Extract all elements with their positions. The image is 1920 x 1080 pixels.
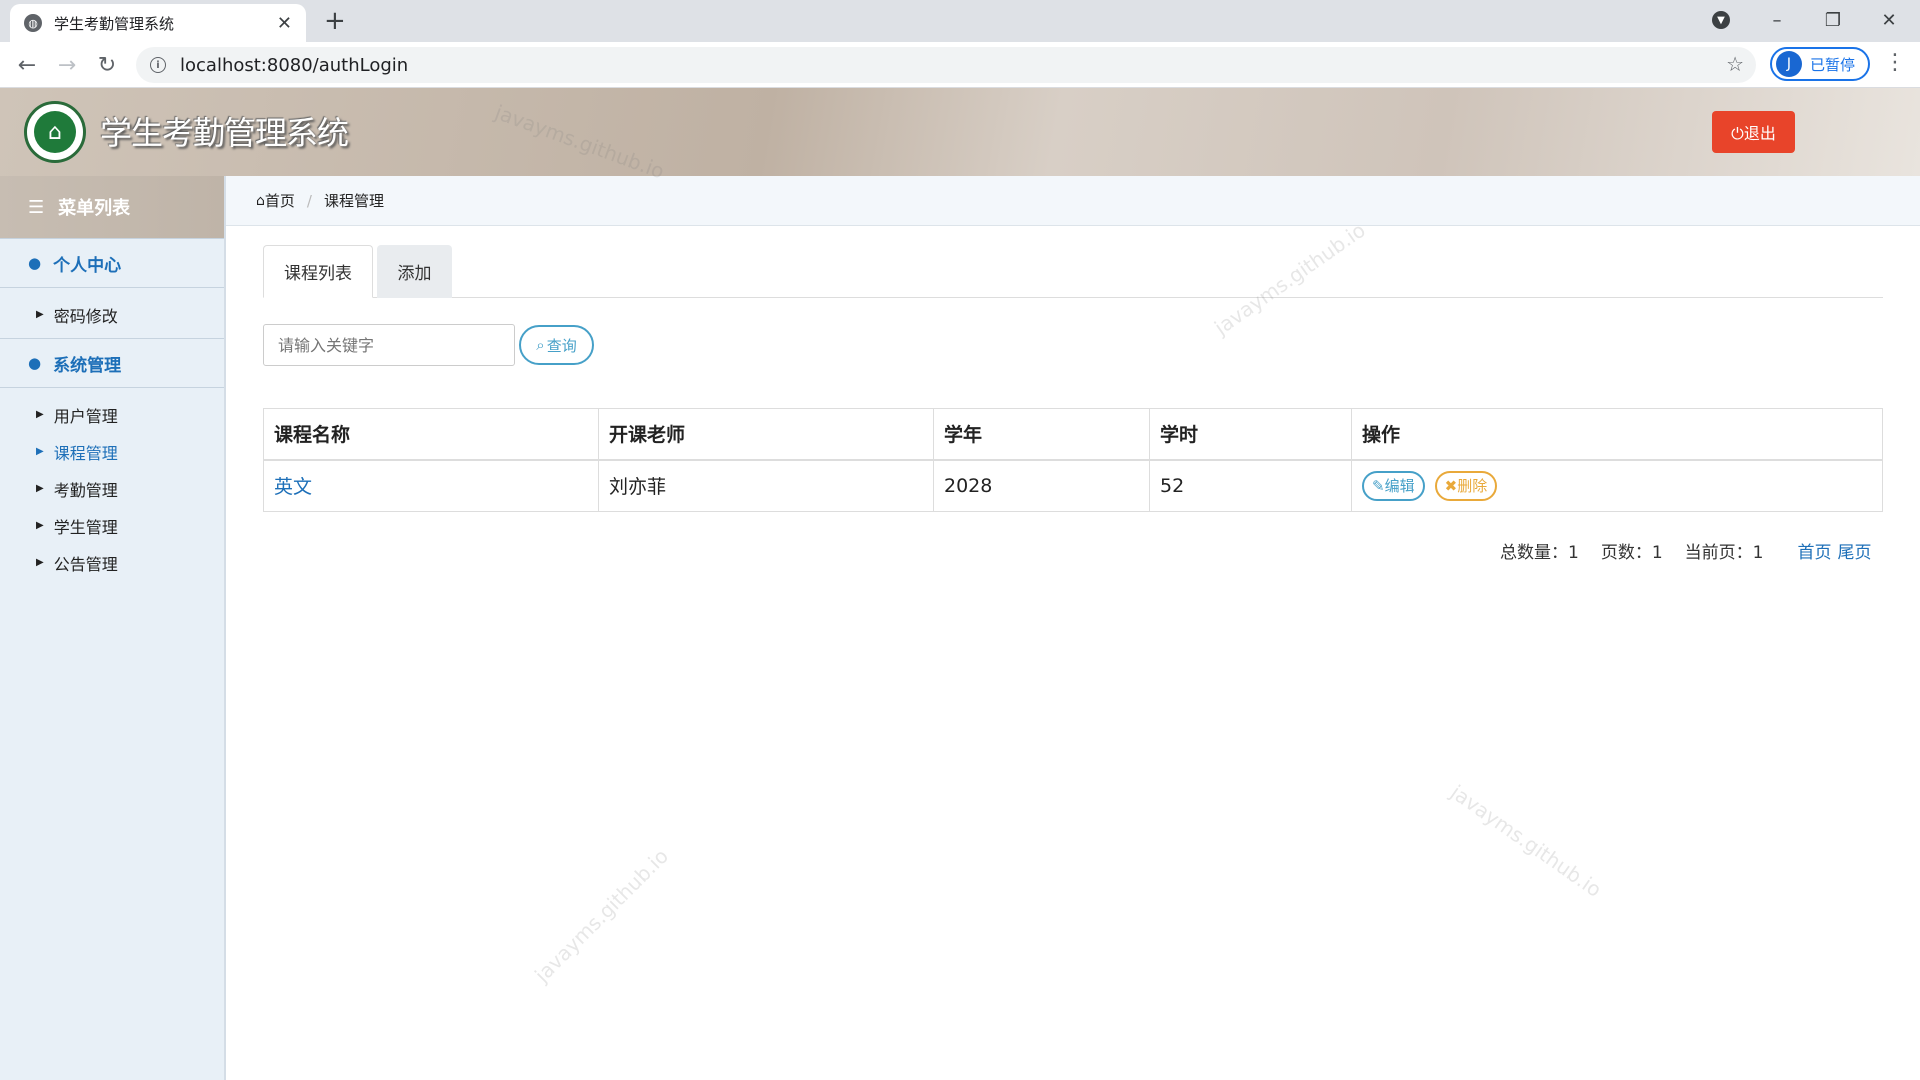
edit-label: 编辑 [1384, 477, 1415, 496]
breadcrumb-separator: / [306, 191, 312, 210]
sidebar-item-label: 密码修改 [53, 306, 118, 326]
sidebar-item-label: 学生管理 [53, 517, 118, 537]
query-button[interactable]: ⌕ 查询 [519, 325, 594, 365]
total-count: 总数量：1 [1500, 543, 1579, 563]
first-page-link[interactable]: 首页 [1797, 538, 1831, 563]
close-icon: ✖ [1444, 476, 1458, 495]
globe-icon: ◍ [24, 14, 42, 32]
sidebar-item-label: 公告管理 [53, 554, 118, 574]
browser-toolbar: ← → ↻ i localhost:8080/authLogin ☆ J 已暂停… [0, 42, 1920, 88]
hours-cell: 52 [1149, 459, 1352, 512]
table-row: 英文 刘亦菲 2028 52 ✎ 编辑 ✖ 删除 [263, 459, 1883, 512]
sidebar-group-personal[interactable]: ● 个人中心 [0, 238, 224, 288]
delete-button[interactable]: ✖ 删除 [1434, 470, 1498, 501]
caret-right-icon: ▶ [36, 483, 44, 494]
breadcrumb-current: 课程管理 [323, 192, 384, 210]
pagination: 总数量：1 页数：1 当前页：1 首页 尾页 [1500, 538, 1877, 563]
tab-search-icon[interactable]: ▼ [1706, 4, 1736, 36]
delete-label: 删除 [1457, 477, 1488, 496]
sidebar-item-label: 考勤管理 [53, 480, 118, 500]
browser-tab[interactable]: ◍ 学生考勤管理系统 ✕ [10, 4, 306, 42]
table-header-row: 课程名称 开课老师 学年 学时 操作 [263, 408, 1883, 461]
page-count: 页数：1 [1600, 543, 1663, 563]
course-table: 课程名称 开课老师 学年 学时 操作 英文 刘亦菲 2028 52 ✎ 编辑 ✖… [263, 408, 1883, 512]
caret-right-icon: ▶ [36, 446, 44, 457]
sidebar-item-students[interactable]: ▶ 学生管理 [0, 507, 224, 544]
query-button-label: 查询 [546, 336, 577, 355]
sidebar-group-system[interactable]: ● 系统管理 [0, 338, 224, 388]
watermark: javayms.github.io [530, 843, 674, 987]
last-page-link[interactable]: 尾页 [1837, 538, 1871, 563]
breadcrumb-home[interactable]: 首页 [265, 190, 295, 211]
teacher-cell: 刘亦菲 [598, 459, 934, 512]
profile-button[interactable]: J 已暂停 [1770, 47, 1870, 81]
col-hours: 学时 [1149, 408, 1352, 461]
menu-title: 菜单列表 [58, 198, 131, 219]
reload-icon[interactable]: ↻ [92, 50, 122, 80]
school-logo: ⌂ [24, 101, 86, 163]
col-teacher: 开课老师 [598, 408, 934, 461]
browser-tab-title: 学生考勤管理系统 [54, 14, 175, 33]
user-icon: ● [28, 354, 42, 372]
page-tabs: 课程列表 添加 [263, 245, 1883, 298]
user-icon: ● [28, 254, 42, 272]
breadcrumb: ⌂ 首页 / 课程管理 [226, 176, 1920, 226]
forward-icon[interactable]: → [52, 50, 82, 80]
home-icon: ⌂ [256, 192, 265, 209]
bookmark-star-icon[interactable]: ☆ [1726, 52, 1744, 76]
pencil-icon: ✎ [1372, 476, 1385, 495]
address-bar[interactable]: i localhost:8080/authLogin ☆ [136, 47, 1756, 83]
course-name-link[interactable]: 英文 [263, 459, 599, 512]
watermark: javayms.github.io [1446, 780, 1607, 902]
col-year: 学年 [933, 408, 1150, 461]
close-tab-icon[interactable]: ✕ [277, 13, 292, 34]
sidebar-item-attendance[interactable]: ▶ 考勤管理 [0, 470, 224, 507]
close-window-icon[interactable]: ✕ [1874, 4, 1904, 36]
sidebar-item-password[interactable]: ▶ 密码修改 [0, 296, 224, 333]
new-tab-button[interactable]: + [324, 6, 346, 36]
col-actions: 操作 [1351, 408, 1883, 461]
minimize-icon[interactable]: – [1762, 4, 1792, 36]
app-header: ⌂ 学生考勤管理系统 ⏻退出 [0, 88, 1920, 176]
menu-header: ☰ 菜单列表 [0, 176, 224, 238]
caret-right-icon: ▶ [36, 409, 44, 420]
edit-button[interactable]: ✎ 编辑 [1362, 470, 1425, 501]
sidebar-item-courses[interactable]: ▶ 课程管理 [0, 433, 224, 470]
browser-tabstrip: ◍ 学生考勤管理系统 ✕ + ▼ – ❐ ✕ [0, 0, 1920, 42]
caret-right-icon: ▶ [36, 309, 44, 320]
tab-add[interactable]: 添加 [377, 245, 452, 298]
caret-right-icon: ▶ [36, 557, 44, 568]
year-cell: 2028 [933, 459, 1150, 512]
tab-course-list[interactable]: 课程列表 [263, 245, 373, 298]
url-text: localhost:8080/authLogin [180, 54, 409, 76]
app-title: 学生考勤管理系统 [100, 114, 349, 152]
actions-cell: ✎ 编辑 ✖ 删除 [1351, 459, 1883, 512]
col-course-name: 课程名称 [263, 408, 599, 461]
keyword-search-input[interactable] [263, 324, 515, 366]
sidebar-item-label: 课程管理 [53, 443, 118, 463]
site-info-icon[interactable]: i [150, 57, 166, 73]
caret-right-icon: ▶ [36, 520, 44, 531]
sidebar-group-label: 系统管理 [53, 355, 122, 376]
sidebar: ☰ 菜单列表 ● 个人中心 ▶ 密码修改 ● 系统管理 ▶ 用户管理 ▶ 课程管… [0, 176, 226, 1080]
back-icon[interactable]: ← [12, 50, 42, 80]
profile-status: 已暂停 [1810, 55, 1856, 74]
current-page: 当前页：1 [1684, 543, 1764, 563]
avatar: J [1776, 51, 1802, 77]
browser-menu-icon[interactable]: ⋮ [1884, 50, 1906, 75]
logout-button[interactable]: ⏻退出 [1712, 111, 1795, 153]
list-icon: ☰ [28, 196, 45, 218]
restore-icon[interactable]: ❐ [1818, 4, 1848, 36]
sidebar-group-label: 个人中心 [53, 255, 122, 276]
sidebar-item-users[interactable]: ▶ 用户管理 [0, 396, 224, 433]
sidebar-item-notices[interactable]: ▶ 公告管理 [0, 544, 224, 581]
sidebar-item-label: 用户管理 [53, 406, 118, 426]
search-icon: ⌕ [536, 336, 545, 354]
